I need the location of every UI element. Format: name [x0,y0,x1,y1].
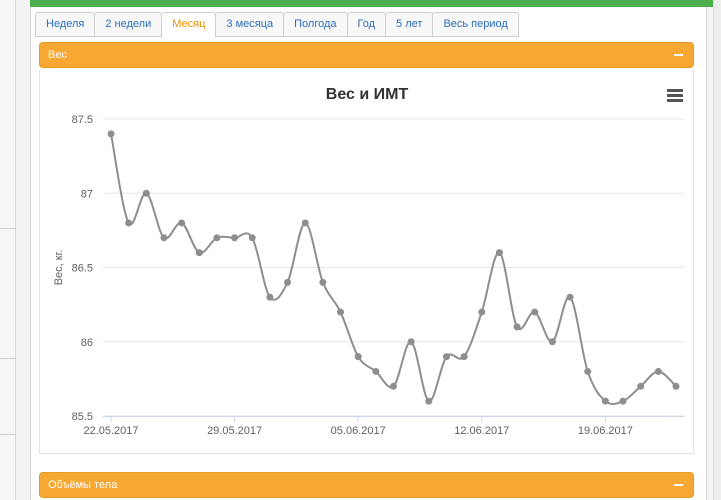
data-point [354,353,362,361]
chart-canvas: Вес и ИМТ 85.5 86 86.5 87 87.5 22.05.2017 29.05… [53,86,684,437]
tab-half-year[interactable]: Полгода [283,12,348,37]
data-point [266,293,274,301]
weight-panel-header[interactable]: Вес [39,42,694,68]
data-point [531,308,539,316]
data-point [337,308,345,316]
tab-2-weeks[interactable]: 2 недели [94,12,163,37]
data-point [372,367,380,375]
x-tick-label: 29.05.2017 [207,425,262,437]
data-point [390,382,397,390]
data-point [672,382,680,390]
y-tick-label: 86 [81,337,93,349]
page: Неделя 2 недели Месяц 3 месяца Полгода Г… [0,0,721,500]
data-point [107,130,115,138]
data-point [425,397,433,405]
period-tabs: Неделя 2 недели Месяц 3 месяца Полгода Г… [35,12,519,40]
body-measures-panel-header[interactable]: Объёмы тела [39,472,694,498]
chart-title: Вес и ИМТ [326,86,409,103]
tab-year[interactable]: Год [346,12,387,37]
data-point [301,219,309,227]
data-point [478,308,486,316]
hamburger-menu-icon[interactable] [667,89,685,105]
tab-5-years[interactable]: 5 лет [385,12,434,37]
tab-week[interactable]: Неделя [35,12,96,37]
y-tick-label: 87.5 [72,114,93,126]
data-point [584,367,592,375]
data-point [654,367,662,375]
x-tick-label: 19.06.2017 [578,425,633,437]
data-point [513,323,521,331]
data-point [284,278,292,286]
data-point [442,353,450,361]
data-point [619,397,627,405]
data-point [566,293,574,301]
x-tick-label: 22.05.2017 [83,425,138,437]
data-point [637,382,645,390]
sidebar-divider [0,228,16,229]
data-point [178,219,186,227]
data-point [495,249,503,257]
minus-icon[interactable] [674,54,683,56]
data-point [213,234,221,242]
sidebar-divider [0,434,16,435]
tab-month[interactable]: Месяц [161,12,217,38]
data-point [319,278,327,286]
data-point [142,189,150,197]
data-point [231,234,239,242]
data-point [601,397,609,405]
y-axis-label: Вес, кг. [53,250,65,286]
sidebar-divider [0,358,16,359]
data-point [548,338,556,346]
data-point [248,234,256,242]
data-point [160,234,168,242]
tab-3-months[interactable]: 3 месяца [215,12,285,37]
main-content: Неделя 2 недели Месяц 3 месяца Полгода Г… [30,7,707,500]
y-tick-label: 87 [81,188,93,200]
right-edge [713,0,721,500]
top-green-bar [30,0,721,7]
body-measures-panel-title: Объёмы тела [48,479,118,491]
data-point [195,249,203,257]
y-tick-label: 85.5 [72,411,93,423]
weight-chart: Вес и ИМТ 85.5 86 86.5 87 87.5 22.05.2017 29.05… [39,70,694,454]
left-sidebar-edge [0,0,16,500]
data-point [407,338,415,346]
weight-panel-title: Вес [48,49,67,61]
minus-icon[interactable] [674,484,683,486]
data-point [125,219,133,227]
y-tick-label: 86.5 [72,263,93,275]
x-tick-label: 12.06.2017 [454,425,509,437]
tab-all-time[interactable]: Весь период [432,12,519,37]
weight-series-line [110,133,677,405]
x-tick-label: 05.06.2017 [331,425,386,437]
data-point [460,353,468,361]
